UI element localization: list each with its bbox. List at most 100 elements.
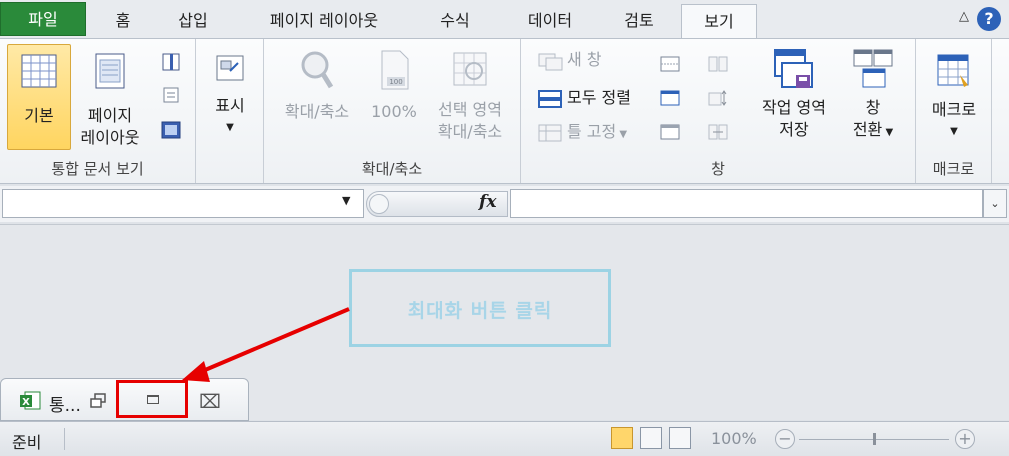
group-label-macros: 매크로 (932, 160, 975, 178)
show-icon (216, 55, 244, 81)
minimized-window-title: 통... (49, 396, 81, 416)
tab-view[interactable]: 보기 (681, 4, 757, 40)
collapse-ribbon-icon[interactable]: △ (959, 9, 969, 24)
switch-windows-label-2: 전환 (852, 120, 883, 139)
page-break-status-button[interactable] (669, 427, 691, 449)
new-window-icon (538, 53, 563, 70)
annotation-callout-text: 최대화 버튼 클릭 (407, 300, 553, 322)
page-layout-icon (95, 53, 125, 89)
zoom-100-button[interactable]: 100 100% (366, 47, 422, 147)
close-icon[interactable]: ⌧ (199, 391, 221, 413)
custom-views-icon[interactable] (161, 86, 181, 104)
zoom-to-selection-button[interactable]: 선택 영역 확대/축소 (424, 47, 516, 151)
page-layout-view-button[interactable]: 페이지 레이아웃 (74, 47, 146, 151)
page-break-preview-icon[interactable] (161, 53, 181, 71)
freeze-panes-icon (538, 124, 562, 141)
annotation-callout: 최대화 버튼 클릭 (349, 269, 611, 347)
zoom-slider-thumb[interactable] (873, 433, 876, 445)
reset-window-position-icon[interactable] (708, 123, 728, 141)
tab-data[interactable]: 데이터 (506, 4, 594, 39)
group-macros: 매크로 ▼ 매크로 (916, 39, 992, 183)
help-icon[interactable]: ? (977, 7, 1001, 31)
normal-view-icon (21, 54, 57, 88)
ribbon-tab-bar: 파일 홈 삽입 페이지 레이아웃 수식 데이터 검토 보기 △ ? (0, 0, 1009, 40)
name-box-dropdown-icon[interactable]: ▼ (342, 194, 350, 207)
zoom-level[interactable]: 100% (711, 429, 757, 448)
new-window-button[interactable]: 새 창 (537, 47, 602, 73)
save-workspace-label-1: 작업 영역 (762, 98, 826, 117)
show-button[interactable]: 표시 ▼ (202, 47, 258, 151)
zoom-label: 확대/축소 (284, 102, 350, 121)
restore-icon[interactable] (89, 393, 107, 409)
macros-label: 매크로 (931, 100, 977, 119)
svg-text:100: 100 (389, 78, 402, 86)
formula-bar-handle[interactable] (369, 194, 389, 214)
status-separator (64, 428, 65, 450)
formula-bar: ▼ fx ⌄ (0, 186, 1009, 222)
maximize-icon (147, 395, 159, 404)
normal-view-status-button[interactable] (611, 427, 633, 449)
normal-view-button[interactable]: 기본 (7, 44, 71, 150)
zoom-100-icon: 100 (381, 50, 409, 90)
macros-icon (937, 54, 969, 87)
page-layout-label-2: 레이아웃 (80, 128, 140, 147)
show-label: 표시 (215, 96, 245, 115)
zoom-selection-icon (453, 52, 487, 86)
formula-buttons-area: fx (366, 191, 508, 217)
ribbon: 기본 페이지 레이아웃 통합 문서 보기 표시 ▼ 확대/축소 100 100%… (0, 38, 1009, 184)
unhide-icon[interactable] (660, 123, 680, 141)
macros-button[interactable]: 매크로 ▼ (920, 47, 988, 151)
tab-file[interactable]: 파일 (0, 2, 86, 36)
arrange-all-button[interactable]: 모두 정렬 (537, 85, 631, 111)
tab-review[interactable]: 검토 (606, 4, 672, 39)
save-workspace-icon (774, 49, 813, 88)
zoom-selection-label-2: 확대/축소 (437, 122, 503, 141)
page-layout-status-button[interactable] (640, 427, 662, 449)
arrange-all-icon (538, 89, 562, 108)
new-window-label: 새 창 (567, 50, 602, 69)
save-workspace-button[interactable]: 작업 영역 저장 (751, 47, 837, 151)
switch-windows-icon (853, 49, 893, 88)
hide-icon[interactable] (660, 89, 680, 107)
group-zoom: 확대/축소 100 100% 선택 영역 확대/축소 확대/축소 (264, 39, 521, 183)
switch-windows-button[interactable]: 창 전환 ▼ (839, 47, 907, 151)
save-workspace-label-2: 저장 (779, 120, 809, 139)
zoom-out-button[interactable]: − (775, 429, 795, 449)
split-icon[interactable] (660, 55, 680, 73)
full-screen-icon[interactable] (161, 121, 181, 139)
tab-formulas[interactable]: 수식 (423, 4, 487, 39)
switch-windows-label-1: 창 (865, 98, 881, 117)
svg-text:X: X (22, 397, 30, 408)
normal-view-label: 기본 (24, 106, 54, 125)
zoom-selection-label-1: 선택 영역 (438, 100, 502, 119)
magnifier-icon (301, 51, 334, 89)
name-box[interactable] (2, 189, 364, 218)
expand-formula-bar-icon[interactable]: ⌄ (983, 189, 1007, 218)
show-dropdown-icon: ▼ (226, 122, 234, 133)
status-ready: 준비 (12, 433, 42, 452)
zoom-100-label: 100% (371, 102, 417, 121)
group-label-zoom: 확대/축소 (361, 160, 423, 178)
freeze-panes-button[interactable]: 틀 고정 ▼ (537, 119, 627, 145)
freeze-panes-label: 틀 고정 (567, 122, 617, 141)
group-workbook-views: 기본 페이지 레이아웃 통합 문서 보기 (0, 39, 196, 183)
zoom-button[interactable]: 확대/축소 (272, 47, 362, 147)
synchronous-scrolling-icon[interactable] (708, 89, 728, 107)
page-layout-label-1: 페이지 (87, 106, 133, 125)
view-side-by-side-icon[interactable] (708, 55, 728, 73)
arrange-all-label: 모두 정렬 (567, 88, 631, 107)
tab-page-layout[interactable]: 페이지 레이아웃 (244, 4, 404, 39)
formula-input[interactable] (510, 189, 983, 218)
excel-icon: X (20, 391, 41, 410)
group-window: 새 창 모두 정렬 틀 고정 ▼ 작업 영역 저장 창 전환 ▼ 창 (521, 39, 916, 183)
tab-home[interactable]: 홈 (98, 4, 148, 39)
macros-dropdown-icon: ▼ (950, 126, 958, 137)
status-bar: 준비 100% − + (0, 421, 1009, 456)
group-show: 표시 ▼ (196, 39, 264, 183)
zoom-in-button[interactable]: + (955, 429, 975, 449)
maximize-button[interactable] (116, 380, 188, 418)
switch-windows-dropdown-icon: ▼ (882, 127, 894, 138)
insert-function-button[interactable]: fx (479, 192, 496, 212)
tab-insert[interactable]: 삽입 (162, 4, 224, 39)
group-label-window: 창 (711, 160, 725, 178)
